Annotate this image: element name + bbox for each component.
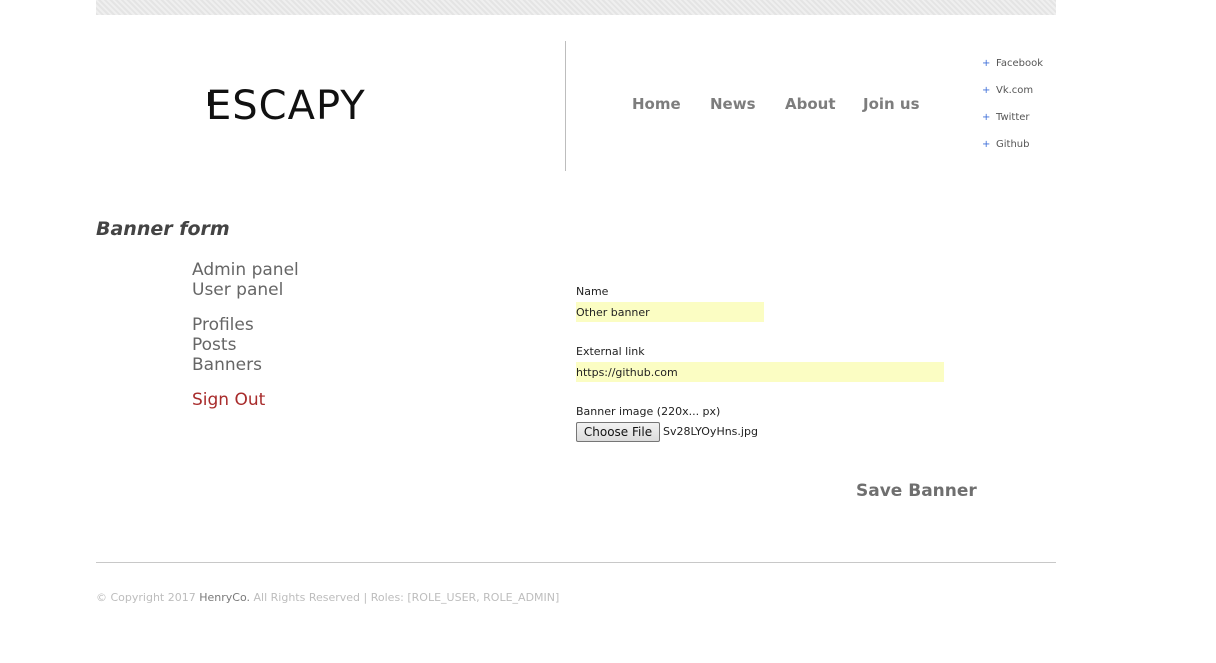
external-link-label: External link (576, 345, 645, 358)
social-link-twitter[interactable]: + Twitter (982, 112, 1030, 128)
logo-text: ESCAPY (206, 83, 366, 129)
social-link-facebook[interactable]: + Facebook (982, 58, 1043, 74)
name-label: Name (576, 285, 609, 298)
nav-about[interactable]: About (785, 95, 836, 113)
sidebar-item-posts[interactable]: Posts (192, 335, 236, 355)
social-label: Facebook (996, 58, 1043, 69)
social-link-github[interactable]: + Github (982, 139, 1029, 155)
banner-image-label: Banner image (220x... px) (576, 405, 721, 418)
nav-home[interactable]: Home (632, 95, 681, 113)
sidebar-item-user-panel[interactable]: User panel (192, 280, 283, 300)
plus-icon: + (982, 139, 991, 150)
header-divider (565, 41, 566, 171)
choose-file-button[interactable]: Choose File (576, 422, 660, 442)
page-title: Banner form (96, 218, 230, 240)
nav-join-us[interactable]: Join us (863, 95, 920, 113)
sidebar-item-profiles[interactable]: Profiles (192, 315, 254, 335)
plus-icon: + (982, 112, 991, 123)
social-label: Github (996, 139, 1030, 150)
nav-news[interactable]: News (710, 95, 756, 113)
social-link-vk[interactable]: + Vk.com (982, 85, 1033, 101)
footer: © Copyright 2017 HenryCo. All Rights Res… (96, 591, 559, 604)
sidebar-item-banners[interactable]: Banners (192, 355, 262, 375)
copyright-text: © Copyright 2017 (96, 591, 196, 604)
name-field[interactable] (576, 302, 764, 322)
sign-out-link[interactable]: Sign Out (192, 390, 265, 410)
social-label: Vk.com (996, 85, 1034, 96)
save-banner-button[interactable]: Save Banner (856, 481, 977, 501)
footer-roles-text: All Rights Reserved | Roles: [ROLE_USER,… (253, 591, 560, 604)
external-link-field[interactable] (576, 362, 944, 382)
sidebar-item-admin-panel[interactable]: Admin panel (192, 260, 299, 280)
top-decorative-bar (96, 0, 1056, 15)
selected-file-name: Sv28LYOyHns.jpg (663, 425, 758, 438)
plus-icon: + (982, 85, 991, 96)
footer-divider (96, 562, 1056, 563)
plus-icon: + (982, 58, 991, 69)
brand-link[interactable]: HenryCo. (199, 591, 250, 604)
social-label: Twitter (996, 112, 1030, 123)
site-logo[interactable]: ESCAPY (206, 83, 366, 129)
